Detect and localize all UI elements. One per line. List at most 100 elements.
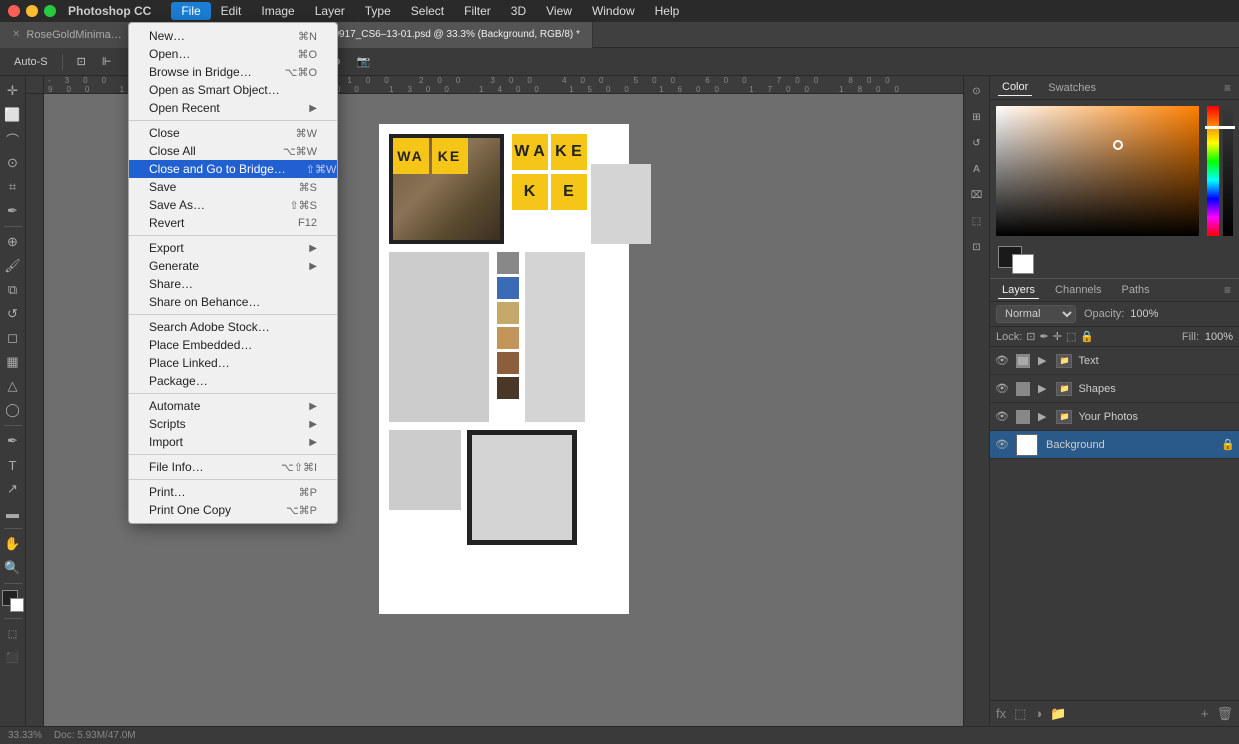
layer-folder-icon[interactable]: 📁 [1050, 706, 1066, 722]
tab-rosegold[interactable]: ✕ RoseGoldMinima… [0, 22, 135, 48]
tab-close-icon[interactable]: ✕ [12, 29, 20, 40]
color-tab[interactable]: Color [998, 79, 1032, 96]
minimize-button[interactable] [26, 5, 38, 17]
menu-item-open-recent[interactable]: Open Recent ▶ [129, 99, 337, 117]
layer-photos[interactable]: 👁 ▶ 📁 Your Photos [990, 403, 1239, 431]
menu-item-file-info[interactable]: File Info… ⌥⇧⌘I [129, 458, 337, 476]
menu-item-new[interactable]: New… ⌘N [129, 27, 337, 45]
menu-type[interactable]: Type [355, 2, 401, 20]
tool-zoom[interactable]: 🔍 [2, 557, 24, 579]
layer-expand-shapes[interactable]: ▶ [1038, 382, 1046, 395]
menu-item-close-all[interactable]: Close All ⌥⌘W [129, 142, 337, 160]
menu-item-close[interactable]: Close ⌘W [129, 124, 337, 142]
right-tool-4[interactable]: A [966, 158, 988, 180]
tool-dodge[interactable]: ◯ [2, 399, 24, 421]
color-fg-bg[interactable] [2, 590, 24, 612]
tool-heal[interactable]: ⊕ [2, 231, 24, 253]
menu-item-place-linked[interactable]: Place Linked… [129, 354, 337, 372]
layer-link-icon[interactable]: fx [996, 706, 1006, 721]
menu-filter[interactable]: Filter [454, 2, 501, 20]
layer-background[interactable]: 👁 Background 🔒 [990, 431, 1239, 459]
eye-icon-text[interactable]: 👁 [994, 354, 1010, 367]
eye-icon-shapes[interactable]: 👁 [994, 382, 1010, 395]
blend-mode-select[interactable]: Normal [996, 305, 1076, 323]
lock-artboard-icon[interactable]: ⬚ [1066, 330, 1076, 343]
fill-value[interactable]: 100% [1203, 331, 1233, 343]
menu-item-open[interactable]: Open… ⌘O [129, 45, 337, 63]
eye-icon-bg[interactable]: 👁 [994, 438, 1010, 451]
right-tool-2[interactable]: ⊞ [966, 106, 988, 128]
menu-item-automate[interactable]: Automate ▶ [129, 397, 337, 415]
menu-item-print-one[interactable]: Print One Copy ⌥⌘P [129, 501, 337, 519]
layer-delete-icon[interactable]: 🗑 [1216, 706, 1233, 722]
right-tool-7[interactable]: ⊡ [966, 236, 988, 258]
lock-pixels-icon[interactable]: ✒ [1040, 330, 1049, 343]
menu-edit[interactable]: Edit [211, 2, 252, 20]
layer-shapes[interactable]: 👁 ▶ 📁 Shapes [990, 375, 1239, 403]
right-tool-3[interactable]: ↺ [966, 132, 988, 154]
menu-view[interactable]: View [536, 2, 582, 20]
menu-file[interactable]: File [171, 2, 210, 20]
lock-transparency-icon[interactable]: ⊡ [1026, 330, 1035, 343]
background-swatch[interactable] [1012, 254, 1034, 274]
lock-position-icon[interactable]: ✛ [1053, 330, 1062, 343]
layer-adjust-icon[interactable]: ◑ [1034, 706, 1042, 721]
tool-eyedropper[interactable]: ✒ [2, 200, 24, 222]
paths-tab[interactable]: Paths [1118, 282, 1154, 298]
layers-panel-menu[interactable]: ≡ [1224, 283, 1231, 297]
tool-pen[interactable]: ✒ [2, 430, 24, 452]
menu-item-place-embedded[interactable]: Place Embedded… [129, 336, 337, 354]
auto-select-btn[interactable]: Auto-S [8, 54, 54, 70]
tool-quick-select[interactable]: ⊙ [2, 152, 24, 174]
menu-image[interactable]: Image [251, 2, 304, 20]
tool-hand[interactable]: ✋ [2, 533, 24, 555]
layer-text[interactable]: 👁 ▶ 📁 Text [990, 347, 1239, 375]
menu-item-save-as[interactable]: Save As… ⇧⌘S [129, 196, 337, 214]
tool-screen-mode[interactable]: ⬛ [2, 647, 24, 669]
menu-item-search-stock[interactable]: Search Adobe Stock… [129, 318, 337, 336]
hue-slider[interactable] [1207, 106, 1219, 236]
layer-expand-text[interactable]: ▶ [1038, 354, 1046, 367]
tool-blur[interactable]: △ [2, 375, 24, 397]
menu-item-revert[interactable]: Revert F12 [129, 214, 337, 232]
tool-brush[interactable]: 🖌 [2, 255, 24, 277]
swatches-tab[interactable]: Swatches [1044, 80, 1100, 96]
menu-item-share[interactable]: Share… [129, 275, 337, 293]
tool-shape[interactable]: ▬ [2, 502, 24, 524]
tool-clone[interactable]: ⧉ [2, 279, 24, 301]
tool-mask-mode[interactable]: ⬚ [2, 623, 24, 645]
eye-icon-photos[interactable]: 👁 [994, 410, 1010, 423]
close-button[interactable] [8, 5, 20, 17]
align-left-btn[interactable]: ⊩ [96, 53, 118, 70]
menu-select[interactable]: Select [401, 2, 454, 20]
menu-layer[interactable]: Layer [305, 2, 355, 20]
tool-eraser[interactable]: ◻ [2, 327, 24, 349]
transform-btn[interactable]: ⊡ [71, 53, 92, 70]
layer-add-icon[interactable]: + [1201, 706, 1209, 721]
tool-crop[interactable]: ⌗ [2, 176, 24, 198]
menu-item-generate[interactable]: Generate ▶ [129, 257, 337, 275]
opacity-value[interactable]: 100% [1128, 308, 1158, 320]
camera-btn[interactable]: 📷 [351, 53, 377, 70]
menu-item-save[interactable]: Save ⌘S [129, 178, 337, 196]
layer-mask-icon[interactable]: ⬚ [1014, 706, 1026, 722]
tool-history[interactable]: ↺ [2, 303, 24, 325]
right-tool-5[interactable]: ⌧ [966, 184, 988, 206]
menu-item-export[interactable]: Export ▶ [129, 239, 337, 257]
menu-item-browse-bridge[interactable]: Browse in Bridge… ⌥⌘O [129, 63, 337, 81]
right-tool-1[interactable]: ⊙ [966, 80, 988, 102]
menu-window[interactable]: Window [582, 2, 645, 20]
menu-item-package[interactable]: Package… [129, 372, 337, 390]
layer-expand-photos[interactable]: ▶ [1038, 410, 1046, 423]
menu-item-close-bridge[interactable]: Close and Go to Bridge… ⇧⌘W [129, 160, 337, 178]
menu-item-scripts[interactable]: Scripts ▶ [129, 415, 337, 433]
menu-item-share-behance[interactable]: Share on Behance… [129, 293, 337, 311]
tool-gradient[interactable]: ▦ [2, 351, 24, 373]
maximize-button[interactable] [44, 5, 56, 17]
right-tool-6[interactable]: ⬚ [966, 210, 988, 232]
menu-3d[interactable]: 3D [501, 2, 536, 20]
opacity-slider[interactable] [1223, 106, 1233, 236]
tool-move[interactable]: ✛ [2, 80, 24, 102]
tool-type[interactable]: T [2, 454, 24, 476]
menu-item-print[interactable]: Print… ⌘P [129, 483, 337, 501]
